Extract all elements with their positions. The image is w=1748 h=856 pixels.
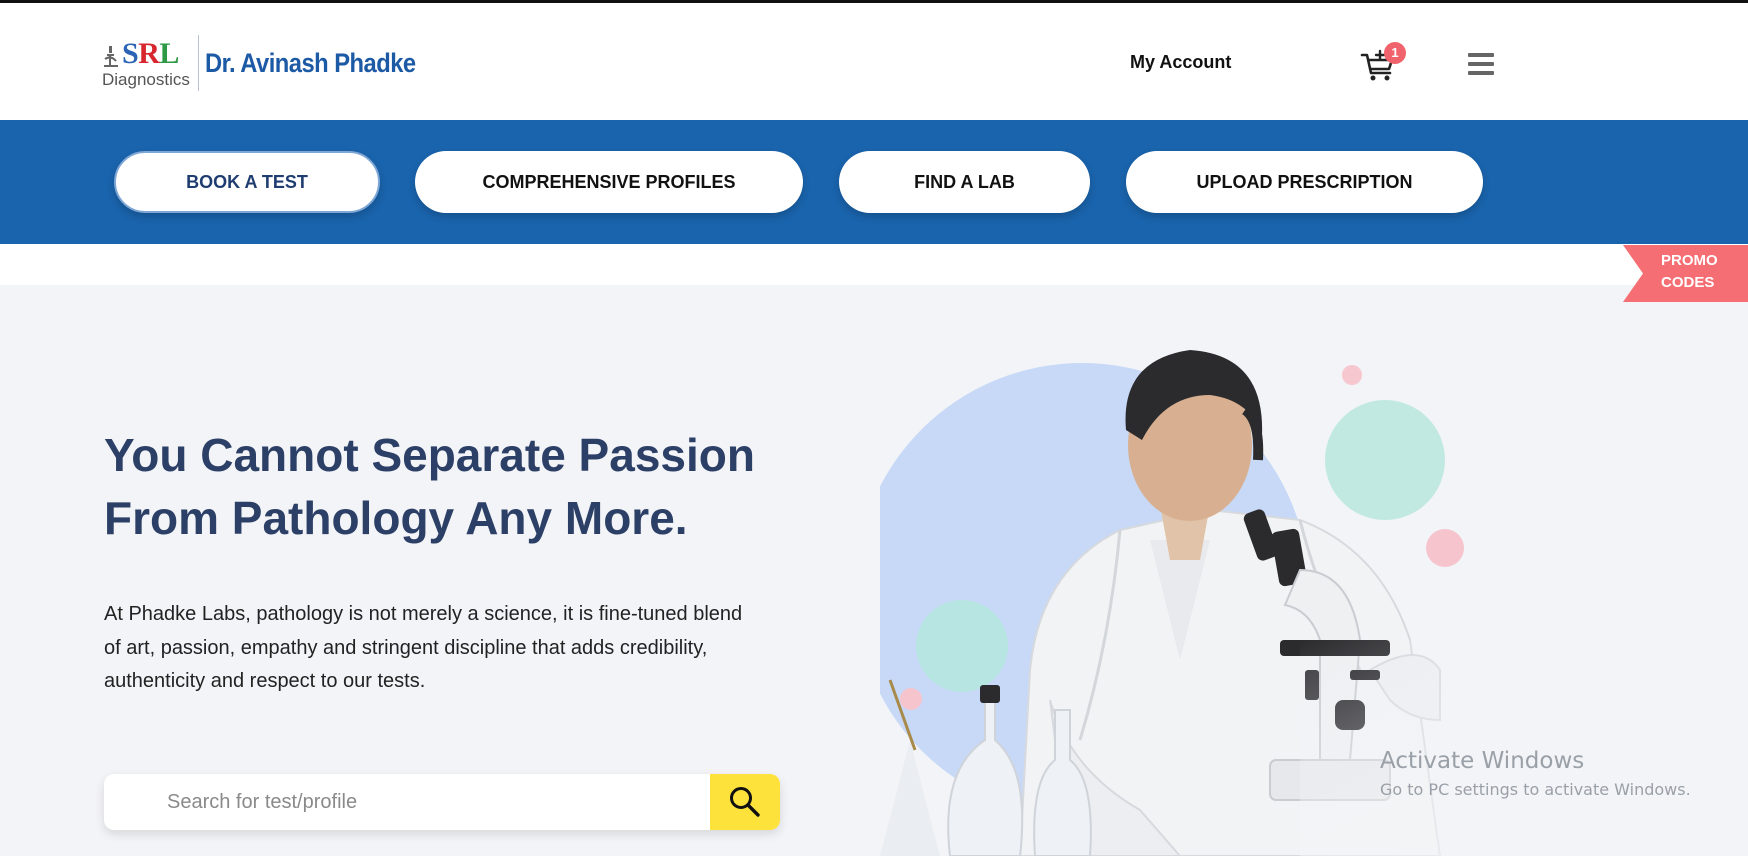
search-icon xyxy=(730,787,760,817)
hero-title-line-1: You Cannot Separate Passion xyxy=(104,429,755,481)
teal-bubble-decoration xyxy=(916,600,1008,692)
watermark-subtitle: Go to PC settings to activate Windows. xyxy=(1380,780,1691,799)
promo-line-2: CODES xyxy=(1661,274,1715,291)
hero-text-line-3: authenticity and respect to our tests. xyxy=(104,670,426,692)
nav-book-a-test[interactable]: BOOK A TEST xyxy=(114,151,380,213)
hero-title: You Cannot Separate Passion From Patholo… xyxy=(104,424,824,550)
cart-count-badge: 1 xyxy=(1384,42,1406,64)
hero-title-line-2: From Pathology Any More. xyxy=(104,492,688,544)
hero-text-line-2: of art, passion, empathy and stringent d… xyxy=(104,636,708,659)
nav-upload-prescription[interactable]: UPLOAD PRESCRIPTION xyxy=(1126,151,1483,213)
header-spacer xyxy=(0,244,1748,285)
nav-comprehensive-profiles[interactable]: COMPREHENSIVE PROFILES xyxy=(415,151,803,213)
pink-bubble-decoration xyxy=(900,688,922,710)
logo-divider xyxy=(197,35,199,91)
watermark-title: Activate Windows xyxy=(1380,748,1585,774)
cart-button[interactable]: 1 xyxy=(1360,42,1406,83)
main-nav: BOOK A TEST COMPREHENSIVE PROFILES FIND … xyxy=(0,120,1748,244)
nav-find-a-lab[interactable]: FIND A LAB xyxy=(839,151,1090,213)
teal-bubble-decoration xyxy=(1325,400,1445,520)
hamburger-menu-icon[interactable] xyxy=(1468,53,1494,75)
search-button[interactable] xyxy=(710,774,780,830)
microscope-logo-icon xyxy=(104,45,118,67)
srl-subtitle: Diagnostics xyxy=(102,69,190,89)
my-account-link[interactable]: My Account xyxy=(1130,52,1231,73)
site-logo[interactable]: SRL Diagnostics Dr. Avinash Phadke xyxy=(102,33,444,93)
brand-name: Dr. Avinash Phadke xyxy=(204,47,416,78)
site-header: SRL Diagnostics Dr. Avinash Phadke My Ac… xyxy=(0,3,1748,120)
srl-letter-r: R xyxy=(138,36,160,70)
promo-line-1: PROMO xyxy=(1661,252,1718,269)
test-search-box xyxy=(104,774,780,830)
pink-bubble-decoration xyxy=(1426,529,1464,567)
srl-logo: SRL Diagnostics xyxy=(102,36,190,89)
search-input[interactable] xyxy=(104,774,710,830)
pink-bubble-decoration xyxy=(1342,365,1362,385)
activate-windows-watermark: Activate Windows Go to PC settings to ac… xyxy=(1380,748,1691,799)
hero-text-line-1: At Phadke Labs, pathology is not merely … xyxy=(104,603,743,625)
srl-letter-l: L xyxy=(159,36,179,70)
srl-letter-s: S xyxy=(122,36,139,70)
hero-description: At Phadke Labs, pathology is not merely … xyxy=(104,598,794,699)
